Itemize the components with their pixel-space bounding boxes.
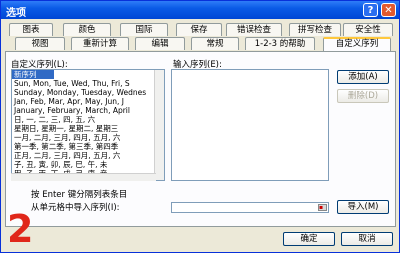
list-item[interactable]: 正月, 二月, 三月, 四月, 五月, 六 bbox=[12, 151, 164, 160]
range-picker-icon[interactable]: ▪ bbox=[318, 204, 327, 211]
window-title: 选项 bbox=[6, 8, 26, 19]
list-entries-textarea[interactable] bbox=[171, 69, 329, 181]
list-items-container: 新序列 Sun, Mon, Tue, Wed, Thu, Fri, S Sunday… bbox=[12, 70, 164, 178]
list-item[interactable]: 日, 一, 二, 三, 四, 五, 六 bbox=[12, 115, 164, 124]
list-item[interactable]: January, February, March, April bbox=[12, 106, 164, 115]
tab-security[interactable]: 安全性 bbox=[343, 23, 393, 36]
tab-general[interactable]: 常规 bbox=[191, 37, 239, 50]
tab-save[interactable]: 保存 bbox=[176, 23, 222, 36]
help-icon[interactable]: ? bbox=[363, 3, 378, 17]
list-item[interactable]: Sun, Mon, Tue, Wed, Thu, Fri, S bbox=[12, 79, 164, 88]
import-range-input[interactable]: ▪ bbox=[171, 202, 329, 213]
horizontal-scrollbar[interactable] bbox=[11, 173, 156, 181]
list-item[interactable]: 新序列 bbox=[12, 70, 54, 79]
list-item[interactable]: 星期日, 星期一, 星期二, 星期三 bbox=[12, 124, 164, 133]
import-button[interactable]: 导入(M) bbox=[337, 200, 389, 214]
list-item[interactable]: 一月, 二月, 三月, 四月, 五月, 六 bbox=[12, 133, 164, 142]
ok-button[interactable]: 确定 bbox=[283, 232, 335, 246]
tab-spelling[interactable]: 拼写检查 bbox=[289, 23, 341, 36]
custom-lists-listbox[interactable]: 新序列 Sun, Mon, Tue, Wed, Thu, Fri, S Sunday… bbox=[11, 69, 165, 181]
tab-view[interactable]: 视图 bbox=[15, 37, 65, 50]
list-item[interactable]: 子, 丑, 寅, 卯, 辰, 巳, 午, 未 bbox=[12, 160, 164, 169]
tab-custom-lists[interactable]: 自定义序列 bbox=[323, 37, 391, 51]
tab-color[interactable]: 颜色 bbox=[63, 23, 111, 36]
tab-edit[interactable]: 编辑 bbox=[135, 37, 185, 50]
list-item[interactable]: Sunday, Monday, Tuesday, Wednes bbox=[12, 88, 164, 97]
tab-international[interactable]: 国际 bbox=[120, 23, 168, 36]
tab-error-checking[interactable]: 错误检查 bbox=[226, 23, 282, 36]
tab-chart[interactable]: 图表 bbox=[9, 23, 53, 36]
enter-hint: 按 Enter 键分隔列表条目 bbox=[31, 190, 128, 200]
tab-lotus-help[interactable]: 1-2-3 的帮助 bbox=[245, 37, 315, 50]
tab-calculation[interactable]: 重新计算 bbox=[71, 37, 129, 50]
cancel-button[interactable]: 取消 bbox=[341, 232, 393, 246]
options-dialog: 选项 ? ✕ 图表 颜色 国际 保存 错误检查 拼写检查 安全性 视图 重新计算… bbox=[0, 0, 400, 253]
delete-button[interactable]: 删除(D) bbox=[337, 89, 389, 103]
add-button[interactable]: 添加(A) bbox=[337, 70, 389, 84]
title-bar[interactable]: 选项 ? ✕ bbox=[1, 1, 399, 19]
list-item[interactable]: 第一季, 第二季, 第三季, 第四季 bbox=[12, 142, 164, 151]
list-item[interactable]: Jan, Feb, Mar, Apr, May, Jun, J bbox=[12, 97, 164, 106]
vertical-scrollbar[interactable] bbox=[154, 70, 164, 180]
import-label: 从单元格中导入序列(I): bbox=[31, 203, 120, 213]
close-icon[interactable]: ✕ bbox=[381, 3, 396, 17]
annotation-number: 2 bbox=[7, 207, 34, 251]
